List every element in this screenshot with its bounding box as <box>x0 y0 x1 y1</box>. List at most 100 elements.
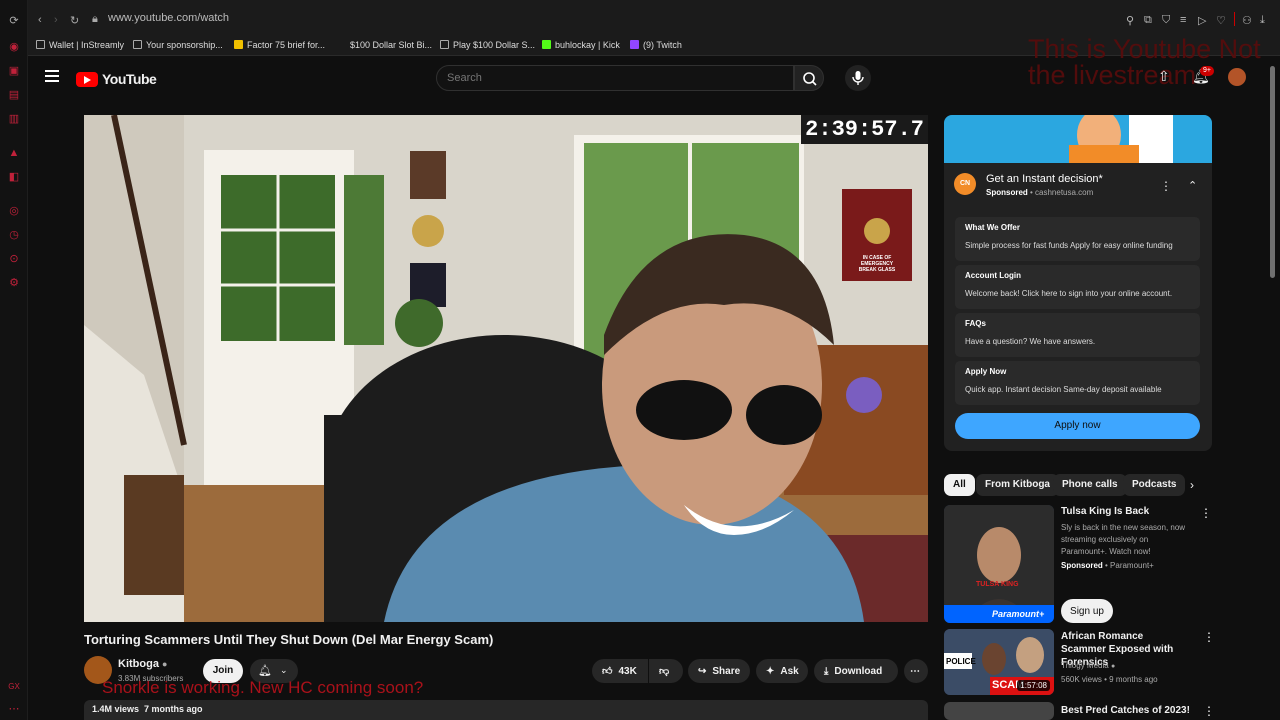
stream-overlay-text: Snorkle is working. New HC coming soon? <box>102 678 424 697</box>
bookmark-item[interactable]: (9) Twitch <box>630 40 682 50</box>
divider <box>1234 12 1235 26</box>
video-duration: 1:57:08 <box>1017 680 1050 691</box>
related-meta: 560K views • 9 months ago <box>1061 675 1158 684</box>
voice-search-button[interactable] <box>845 65 871 91</box>
sidebar-app-icon[interactable]: ◎ <box>7 204 21 218</box>
related-thumbnail[interactable]: POLICE SCAM 1:57:08 <box>944 629 1054 695</box>
sidebar-app-icon[interactable]: ▥ <box>7 112 21 126</box>
apply-now-button[interactable]: Apply now <box>955 413 1200 439</box>
verified-icon: ● <box>162 659 168 669</box>
settings-icon[interactable]: ⚙ <box>7 276 21 290</box>
ad-banner-image[interactable] <box>944 115 1212 163</box>
more-icon[interactable]: ⋮ <box>1200 506 1212 520</box>
reload-icon[interactable]: ↻ <box>70 14 79 27</box>
player-icon[interactable]: ▷ <box>1198 14 1206 27</box>
chevron-up-icon[interactable]: ⌃ <box>1188 179 1197 192</box>
clock-icon[interactable]: ◷ <box>7 228 21 242</box>
menu-icon[interactable]: ≡ <box>1180 14 1186 26</box>
back-icon[interactable]: ‹ <box>38 14 42 26</box>
more-actions-button[interactable]: ⋯ <box>904 659 928 683</box>
video-player[interactable]: 2:39:57.7 IN CASE OF EMERGENCY BREAK GLA… <box>84 115 928 622</box>
related-thumbnail[interactable]: TULSA KING Paramount+ <box>944 505 1054 623</box>
ad-header: CN Get an Instant decision* Sponsored • … <box>954 173 1103 197</box>
shield-icon[interactable]: ⛉ <box>1162 14 1170 27</box>
ad-title[interactable]: Get an Instant decision* <box>986 173 1103 185</box>
search-button[interactable] <box>794 65 824 91</box>
ask-button[interactable]: ✦ Ask <box>756 659 808 683</box>
twitch-icon[interactable]: ◧ <box>7 170 21 184</box>
reload-icon[interactable]: ⟳ <box>7 14 21 28</box>
sponsored-ad-card: CN Get an Instant decision* Sponsored • … <box>944 115 1212 451</box>
sidebar-app-icon[interactable]: ▲ <box>7 146 21 160</box>
ad-sitelink[interactable]: What We Offer Simple process for fast fun… <box>955 217 1200 261</box>
more-icon[interactable]: ⋮ <box>1203 630 1215 644</box>
sidebar-app-icon[interactable]: ⊙ <box>7 252 21 266</box>
verified-icon: ● <box>1110 663 1116 670</box>
bookmark-item[interactable]: Wallet | InStreamly <box>36 40 124 50</box>
dislike-button[interactable]: 👎︎ <box>649 659 683 683</box>
ad-sitelink[interactable]: FAQs Have a question? We have answers. <box>955 313 1200 357</box>
youtube-play-icon <box>76 71 98 87</box>
bookmark-item[interactable]: Factor 75 brief for... <box>234 40 325 50</box>
heart-icon[interactable]: ♡ <box>1216 14 1226 27</box>
ad-menu-icon[interactable]: ⋮ <box>1160 179 1172 193</box>
related-description: Sly is back in the new season, now strea… <box>1061 523 1186 556</box>
bookmark-item[interactable]: buhlockay | Kick <box>542 40 620 50</box>
chip-podcasts[interactable]: Podcasts <box>1123 474 1186 496</box>
download-icon: ⤓ <box>824 665 829 677</box>
share-icon: ↪ <box>698 665 707 677</box>
chip-from-kitboga[interactable]: From Kitboga <box>976 474 1059 496</box>
search-box[interactable] <box>436 65 794 91</box>
upload-icon[interactable]: ⇧ <box>1158 68 1170 85</box>
sparkle-icon: ✦ <box>766 665 775 677</box>
avatar[interactable] <box>1228 68 1246 86</box>
bell-icon: 🔔︎ <box>258 665 272 677</box>
related-channel: Trilogy Media ● <box>1061 661 1116 670</box>
thumbnail-label: POLICE <box>946 657 976 666</box>
ad-sitelink[interactable]: Account Login Welcome back! Click here to… <box>955 265 1200 309</box>
profile-icon[interactable]: ⚇ <box>1242 14 1252 27</box>
thumbnail-text: TULSA KING <box>976 581 1019 588</box>
more-icon: ⋯ <box>910 665 920 677</box>
chip-all[interactable]: All <box>944 474 975 496</box>
bookmark-item[interactable]: Your sponsorship... <box>133 40 223 50</box>
sidebar-app-icon[interactable]: ▣ <box>7 64 21 78</box>
share-button[interactable]: ↪ Share <box>688 659 750 683</box>
sidebar-app-icon[interactable]: ◉ <box>7 40 21 54</box>
download-button[interactable]: ⤓ Download <box>814 659 898 683</box>
bookmark-item[interactable]: Play $100 Dollar S... <box>440 40 535 50</box>
snapshot-icon[interactable]: ⧉ <box>1144 14 1152 27</box>
notification-badge: 9+ <box>1200 66 1214 76</box>
pin-icon[interactable]: ⚲ <box>1126 14 1134 27</box>
more-icon[interactable]: ⋮ <box>1203 704 1215 718</box>
thumbs-up-icon: 👍︎ <box>602 666 613 677</box>
sidebar-app-icon[interactable]: ▤ <box>7 88 21 102</box>
like-button[interactable]: 👍︎ 43K <box>592 659 648 683</box>
youtube-logo[interactable]: YouTube <box>76 70 157 88</box>
paramount-logo: Paramount+ <box>992 609 1045 619</box>
related-title[interactable]: Tulsa King Is Back <box>1061 505 1191 518</box>
page-scrollbar[interactable] <box>1270 56 1276 720</box>
ad-illustration <box>1069 115 1173 163</box>
advertiser-logo: CN <box>954 173 976 195</box>
address-bar[interactable]: www.youtube.com/watch <box>108 12 229 24</box>
related-title[interactable]: Best Pred Catches of 2023! <box>1061 704 1191 717</box>
video-title: Torturing Scammers Until They Shut Down … <box>84 632 494 647</box>
menu-icon[interactable] <box>45 70 59 82</box>
video-description-box[interactable]: 1.4M views 7 months ago <box>84 700 928 720</box>
thumbnail-image <box>944 505 1054 623</box>
chip-phone-calls[interactable]: Phone calls <box>1053 474 1127 496</box>
related-thumbnail[interactable] <box>944 702 1054 720</box>
channel-name[interactable]: Kitboga ● <box>118 658 167 670</box>
sign-up-button[interactable]: Sign up <box>1061 599 1113 623</box>
more-icon[interactable]: ⋯ <box>7 702 21 716</box>
ad-sitelink[interactable]: Apply Now Quick app. Instant decision Sam… <box>955 361 1200 405</box>
bookmark-item[interactable]: $100 Dollar Slot Bi... <box>337 40 432 50</box>
mic-icon <box>852 71 864 85</box>
chevron-right-icon[interactable]: › <box>1190 478 1194 492</box>
gx-icon[interactable]: GX <box>7 680 21 694</box>
search-input[interactable] <box>437 66 793 90</box>
browser-sidebar: ⟳ ◉ ▣ ▤ ▥ ▲ ◧ ◎ ◷ ⊙ ⚙ GX ⋯ <box>0 0 28 720</box>
download-icon[interactable]: ⤓ <box>1260 14 1265 27</box>
forward-icon[interactable]: › <box>54 14 58 26</box>
